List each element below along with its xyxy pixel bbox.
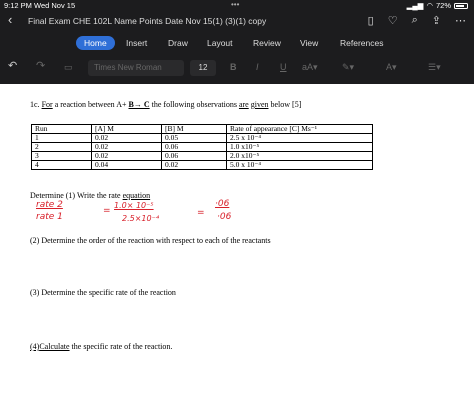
handwriting-equals-2: = <box>197 208 205 218</box>
question-1c: 1c. For a reaction between A+ B→ C the f… <box>30 100 302 109</box>
redo-icon[interactable]: ↷ <box>36 59 45 72</box>
more-dots-icon[interactable]: ••• <box>231 0 239 9</box>
tab-references[interactable]: References <box>332 36 391 50</box>
status-bar: 9:12 PM Wed Nov 15 ••• ▂▄▆ ◠ 72% <box>0 0 474 11</box>
phone-view-icon[interactable]: ▯ <box>368 14 374 27</box>
signal-icon: ▂▄▆ <box>406 1 424 10</box>
table-row: 2 0.02 0.06 1.0 x10⁻⁵ <box>31 142 373 152</box>
ribbon-tabs: Home Insert Draw Layout Review View Refe… <box>0 33 474 53</box>
handwriting-equals: = <box>103 206 111 216</box>
table-header-row: Run [A] M [B] M Rate of appearance [C] M… <box>31 124 373 134</box>
question-3: (3) Determine the specific rate of the r… <box>30 288 176 297</box>
handwriting-denominator-2: ·06 <box>217 212 232 222</box>
table-cell: 5.0 x 10⁻⁴ <box>226 160 373 170</box>
font-size-select[interactable]: 12 <box>190 60 216 76</box>
table-row: 3 0.02 0.06 2.0 x10⁻⁵ <box>31 151 373 161</box>
text-effects-icon[interactable]: aA▾ <box>302 62 318 73</box>
share-icon[interactable]: ⇪ <box>432 14 441 27</box>
handwriting-denominator: 2.5×10⁻⁴ <box>122 214 160 223</box>
highlight-icon[interactable]: ✎▾ <box>342 62 354 73</box>
tab-home[interactable]: Home <box>76 36 115 50</box>
font-family-select[interactable]: Times New Roman <box>88 60 184 76</box>
underline-button[interactable]: U <box>280 62 287 72</box>
formatting-toolbar: ↶ ↷ ▭ Times New Roman 12 B I U aA▾ ✎▾ A▾… <box>0 56 474 80</box>
question-1: Determine (1) Write the rate equation <box>30 191 151 200</box>
table-row: 1 0.02 0.05 2.5 x 10⁻⁴ <box>31 133 373 143</box>
question-2: (2) Determine the order of the reaction … <box>30 236 271 245</box>
undo-icon[interactable]: ↶ <box>8 59 17 72</box>
wifi-icon: ◠ <box>426 1 433 10</box>
tab-view[interactable]: View <box>292 36 326 50</box>
handwriting-numerator-2: ·06 <box>215 199 230 209</box>
status-time: 9:12 PM Wed Nov 15 <box>4 1 76 10</box>
document-page[interactable]: 1c. For a reaction between A+ B→ C the f… <box>0 84 474 410</box>
italic-button[interactable]: I <box>256 62 259 72</box>
tab-insert[interactable]: Insert <box>118 36 155 50</box>
table-row: 4 0.04 0.02 5.0 x 10⁻⁴ <box>31 160 373 170</box>
handwriting-numerator: 1.0× 10⁻⁵ <box>114 201 154 210</box>
tab-review[interactable]: Review <box>245 36 289 50</box>
tab-draw[interactable]: Draw <box>160 36 196 50</box>
handwriting-rate1: rate 1 <box>36 212 63 222</box>
list-icon[interactable]: ☰▾ <box>428 62 441 73</box>
document-title: Final Exam CHE 102L Name Points Date Nov… <box>28 16 267 26</box>
question-4: (4)Calculate the specific rate of the re… <box>30 342 173 351</box>
table-cell: 3 <box>31 151 92 161</box>
table-cell: 2 <box>31 142 92 152</box>
font-color-icon[interactable]: A▾ <box>386 62 397 73</box>
title-bar: ‹ Final Exam CHE 102L Name Points Date N… <box>0 11 474 31</box>
table-cell: 0.04 <box>91 160 162 170</box>
table-cell: 1 <box>31 133 92 143</box>
paste-icon[interactable]: ▭ <box>64 62 73 73</box>
back-chevron-icon[interactable]: ‹ <box>8 12 12 27</box>
battery-icon <box>454 2 468 9</box>
handwriting-rate2: rate 2 <box>36 200 63 210</box>
bold-button[interactable]: B <box>230 62 237 72</box>
lightbulb-icon[interactable]: ♡ <box>388 14 398 27</box>
table-header: Run <box>31 124 92 134</box>
more-icon[interactable]: ⋯ <box>455 14 466 27</box>
search-icon[interactable]: ⌕ <box>412 14 418 27</box>
status-right: ▂▄▆ ◠ 72% <box>407 1 468 10</box>
observations-table: Run [A] M [B] M Rate of appearance [C] M… <box>31 124 373 170</box>
table-cell: 4 <box>31 160 92 170</box>
table-cell: 0.02 <box>161 160 227 170</box>
battery-percent: 72% <box>435 1 451 10</box>
tab-layout[interactable]: Layout <box>199 36 241 50</box>
